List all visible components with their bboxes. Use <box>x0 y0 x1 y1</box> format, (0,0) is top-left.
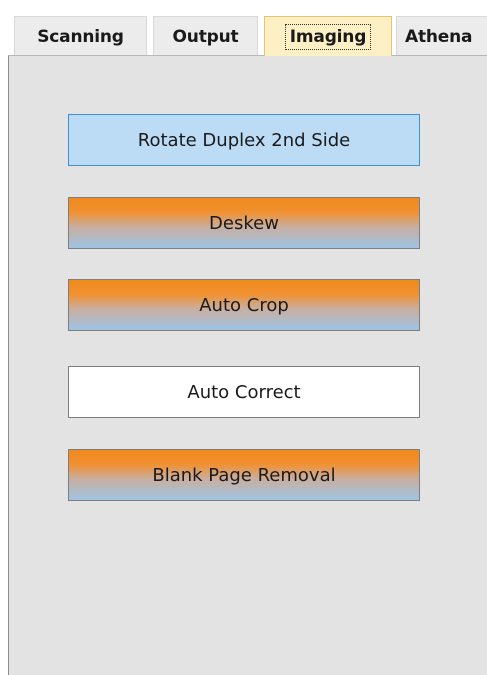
tab-athena[interactable]: Athena <box>396 16 487 56</box>
tab-imaging-label: Imaging <box>284 23 372 50</box>
auto-correct-button[interactable]: Auto Correct <box>68 366 420 418</box>
rotate-duplex-2nd-side-label: Rotate Duplex 2nd Side <box>137 129 351 151</box>
blank-page-removal-label: Blank Page Removal <box>152 464 336 486</box>
tab-imaging[interactable]: Imaging <box>264 16 392 56</box>
deskew-button[interactable]: Deskew <box>68 197 420 249</box>
auto-crop-button[interactable]: Auto Crop <box>68 279 420 331</box>
auto-crop-label: Auto Crop <box>199 294 289 316</box>
tab-athena-label: Athena <box>405 26 473 47</box>
blank-page-removal-button[interactable]: Blank Page Removal <box>68 449 420 501</box>
deskew-label: Deskew <box>209 212 279 234</box>
tab-output[interactable]: Output <box>153 16 258 56</box>
tab-output-label: Output <box>172 26 239 47</box>
auto-correct-label: Auto Correct <box>187 381 301 403</box>
rotate-duplex-2nd-side-button[interactable]: Rotate Duplex 2nd Side <box>68 114 420 166</box>
imaging-panel: Rotate Duplex 2nd Side Deskew Auto Crop … <box>8 55 487 675</box>
tab-scanning[interactable]: Scanning <box>14 16 147 56</box>
tab-scanning-label: Scanning <box>37 26 124 47</box>
